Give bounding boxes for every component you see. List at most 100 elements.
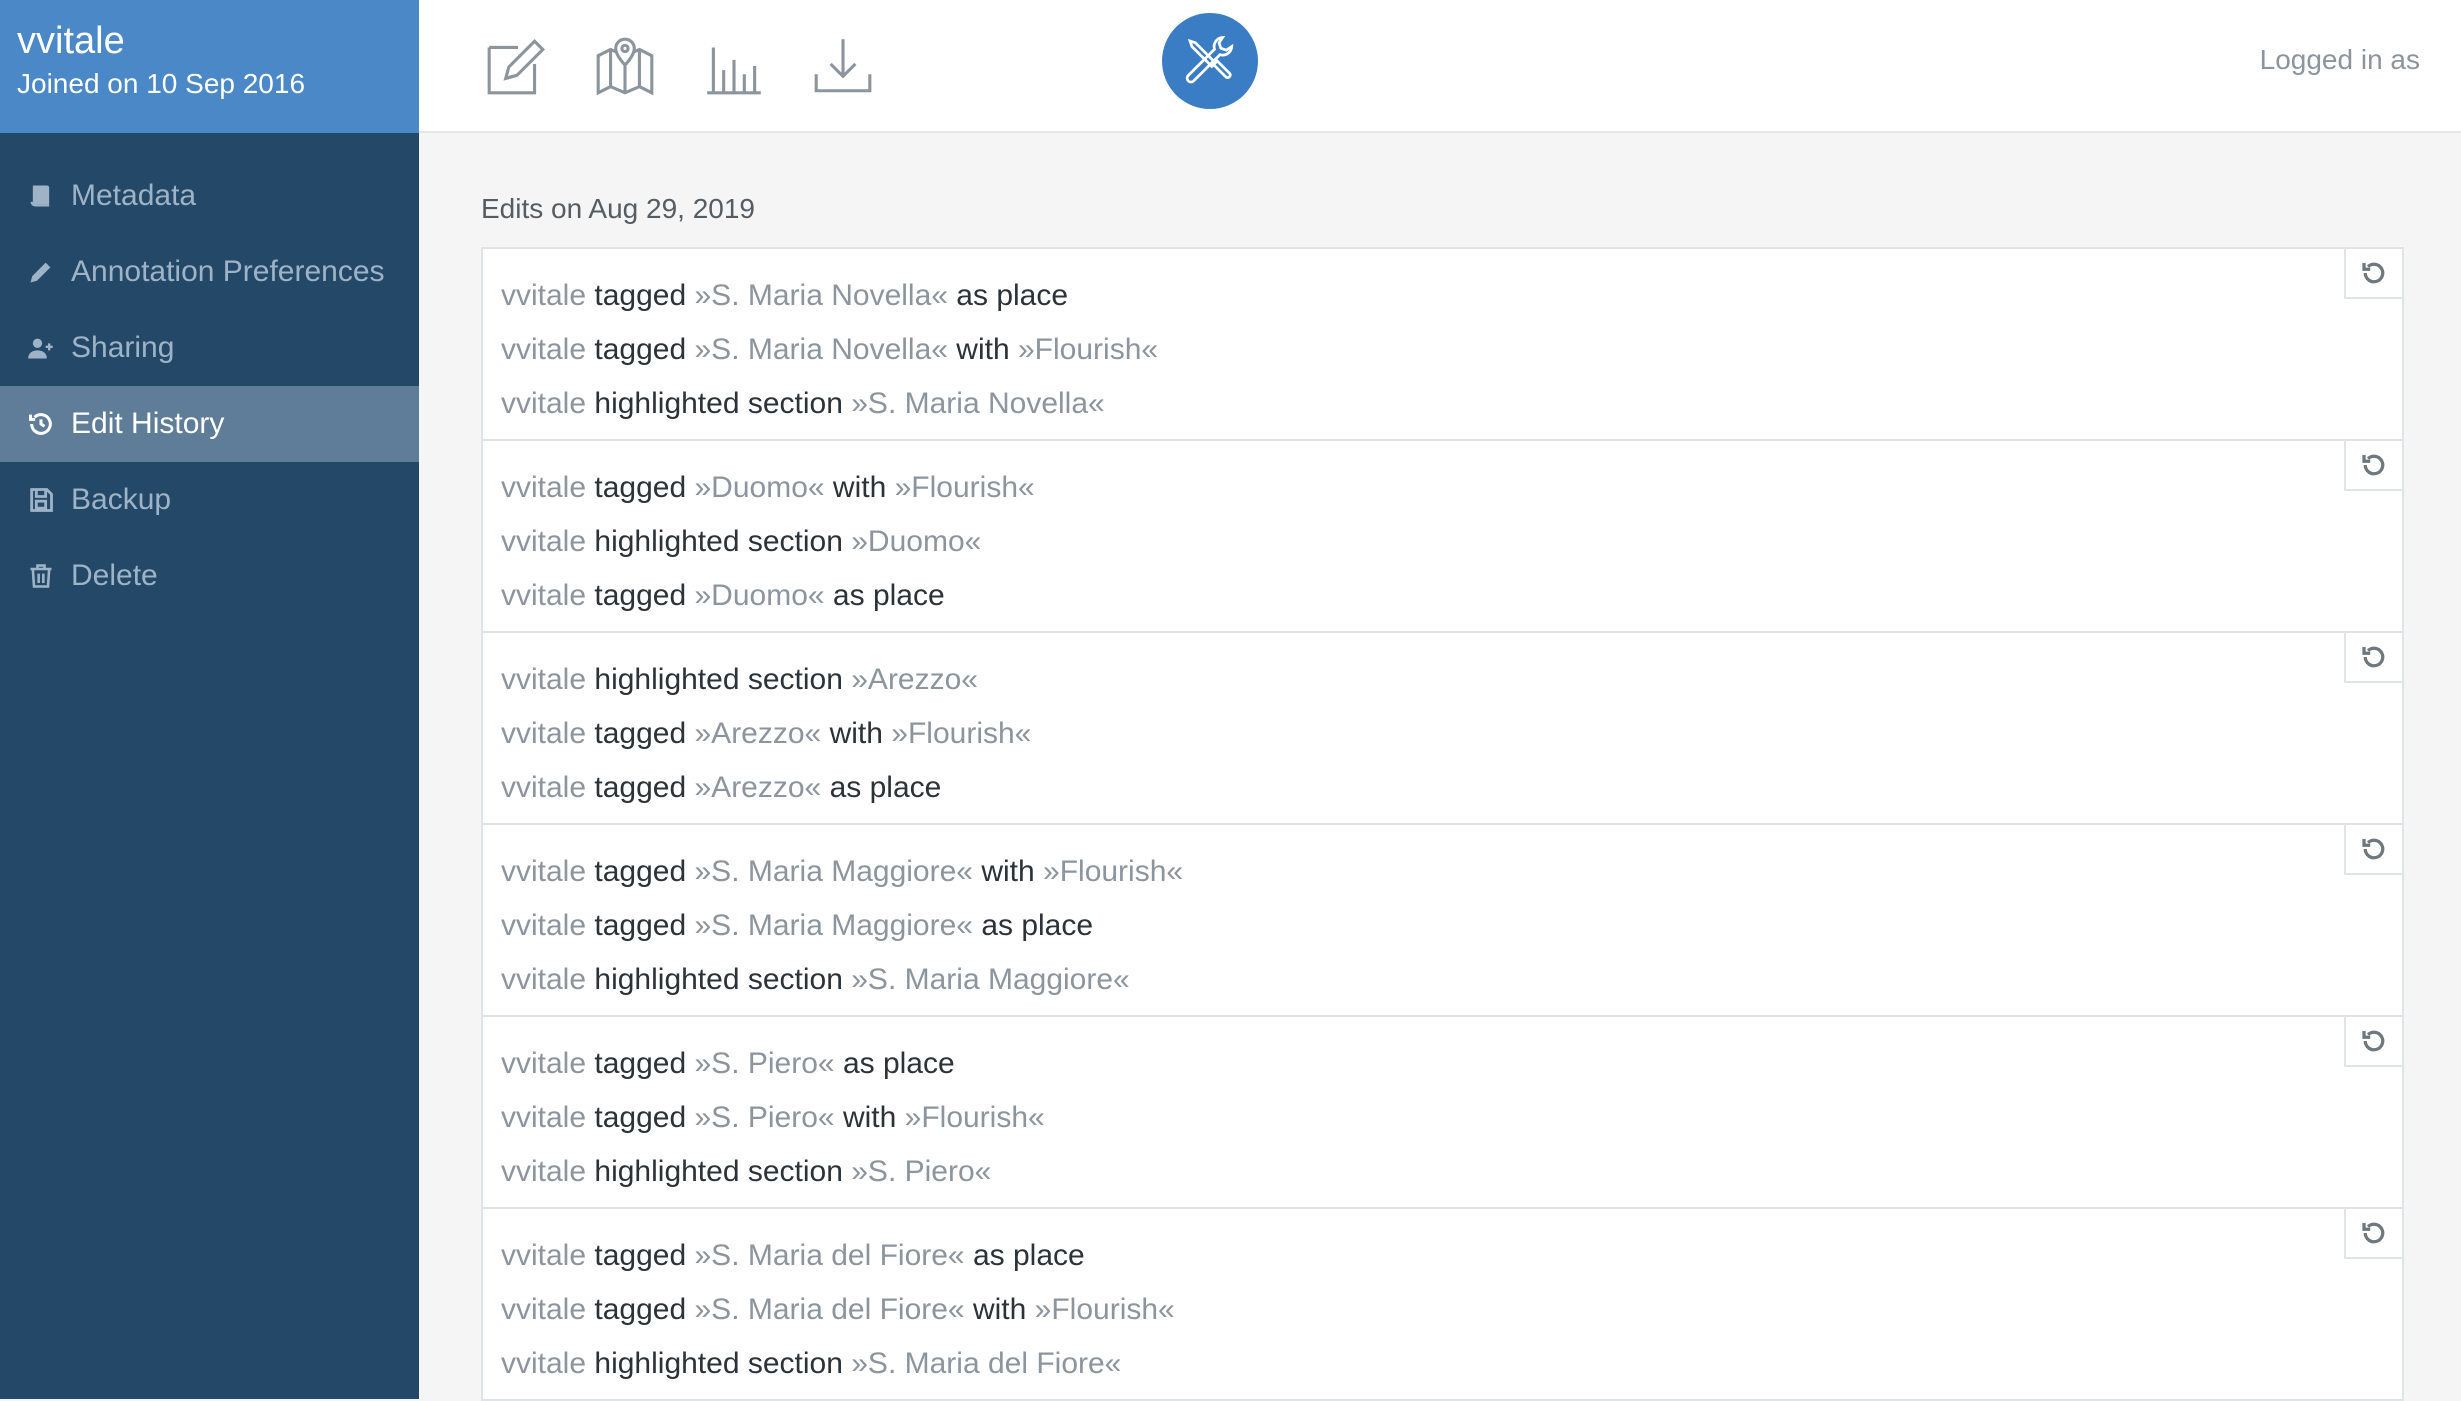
edit-target: »S. Maria del Fiore« (694, 1293, 965, 1326)
edit-with-target: »Flourish« (1034, 1293, 1175, 1326)
edit-entry: vvitale tagged »S. Maria Maggiore« as pl… (501, 899, 2402, 953)
edit-user: vvitale (501, 1347, 587, 1380)
edit-action: highlighted section (594, 663, 843, 696)
edit-target: »S. Maria Novella« (851, 387, 1105, 420)
edit-suffix: as place (832, 579, 945, 612)
logged-in-label: Logged in as (2259, 44, 2420, 75)
edit-entry: vvitale highlighted section »S. Maria No… (501, 377, 2402, 431)
edit-action: tagged (594, 1047, 687, 1080)
sidebar-item-label: Backup (71, 483, 172, 516)
sidebar: vvitale Joined on 10 Sep 2016 Metadata A… (0, 0, 419, 1399)
edit-entry: vvitale tagged »Duomo« as place (501, 569, 2402, 623)
edit-user: vvitale (501, 717, 587, 750)
edit-user: vvitale (501, 387, 587, 420)
edit-document-icon[interactable] (478, 28, 554, 104)
edit-user: vvitale (501, 909, 587, 942)
top-toolbar: Logged in as (419, 0, 2461, 133)
undo-button[interactable] (2344, 247, 2404, 299)
sidebar-item-label: Edit History (71, 407, 225, 440)
edit-action: tagged (594, 717, 687, 750)
edit-entry: vvitale highlighted section »Arezzo« (501, 653, 2402, 707)
edit-user: vvitale (501, 963, 587, 996)
undo-icon (2359, 258, 2389, 288)
undo-icon (2359, 642, 2389, 672)
edit-user: vvitale (501, 471, 587, 504)
edits-date-heading: Edits on Aug 29, 2019 (481, 193, 755, 224)
pencil-icon (27, 258, 55, 286)
edit-action: tagged (594, 1293, 687, 1326)
sidebar-menu: Metadata Annotation Preferences Sharing … (0, 158, 419, 614)
edit-entry: vvitale tagged »S. Piero« as place (501, 1037, 2402, 1091)
undo-icon (2359, 834, 2389, 864)
edit-group: vvitale tagged »S. Maria Maggiore« with … (481, 823, 2404, 1017)
book-icon (27, 182, 55, 210)
edit-action: highlighted section (594, 525, 843, 558)
edit-entry: vvitale tagged »Arezzo« with »Flourish« (501, 707, 2402, 761)
edit-target: »S. Maria del Fiore« (694, 1239, 965, 1272)
edit-entry: vvitale tagged »S. Maria Maggiore« with … (501, 845, 2402, 899)
edit-suffix: as place (829, 771, 942, 804)
undo-button[interactable] (2344, 439, 2404, 491)
edit-action: tagged (594, 909, 687, 942)
username: vvitale (17, 20, 125, 62)
edit-suffix: as place (956, 279, 1069, 312)
edit-action: tagged (594, 333, 687, 366)
sidebar-item-delete[interactable]: Delete (0, 538, 419, 614)
edit-action: tagged (594, 471, 687, 504)
edit-user: vvitale (501, 333, 587, 366)
edit-with-target: »Flourish« (891, 717, 1032, 750)
edit-entry: vvitale highlighted section »S. Piero« (501, 1145, 2402, 1199)
edit-entry: vvitale tagged »S. Maria del Fiore« with… (501, 1283, 2402, 1337)
edit-user: vvitale (501, 1047, 587, 1080)
sidebar-item-annotation-preferences[interactable]: Annotation Preferences (0, 234, 419, 310)
edit-target: »S. Piero« (694, 1047, 835, 1080)
user-profile-header: vvitale Joined on 10 Sep 2016 (0, 0, 419, 133)
edit-target: »Arezzo« (851, 663, 978, 696)
edit-action: highlighted section (594, 387, 843, 420)
edit-user: vvitale (501, 1101, 587, 1134)
edit-target: »Arezzo« (694, 717, 822, 750)
edit-action: tagged (594, 771, 687, 804)
edit-target: »Duomo« (694, 471, 825, 504)
edit-suffix: as place (981, 909, 1094, 942)
download-icon[interactable] (805, 28, 881, 104)
edit-target: »S. Piero« (851, 1155, 992, 1188)
edit-target: »S. Maria Maggiore« (694, 855, 973, 888)
tools-icon[interactable] (1162, 13, 1258, 109)
edit-target: »S. Maria Maggiore« (694, 909, 973, 942)
undo-button[interactable] (2344, 1015, 2404, 1067)
edit-target: »S. Piero« (694, 1101, 835, 1134)
edit-user: vvitale (501, 1155, 587, 1188)
trash-icon (27, 562, 55, 590)
edit-with-word: with (829, 717, 883, 750)
edit-entry: vvitale tagged »Arezzo« as place (501, 761, 2402, 815)
sidebar-item-sharing[interactable]: Sharing (0, 310, 419, 386)
edit-groups: vvitale tagged »S. Maria Novella« as pla… (481, 247, 2404, 1401)
edit-with-word: with (981, 855, 1035, 888)
edit-action: highlighted section (594, 963, 843, 996)
edit-user: vvitale (501, 1239, 587, 1272)
edit-entry: vvitale tagged »S. Maria del Fiore« as p… (501, 1229, 2402, 1283)
undo-button[interactable] (2344, 631, 2404, 683)
edit-target: »S. Maria Novella« (694, 333, 948, 366)
sidebar-item-label: Annotation Preferences (71, 255, 385, 288)
edit-user: vvitale (501, 1293, 587, 1326)
undo-icon (2359, 450, 2389, 480)
edit-action: tagged (594, 279, 687, 312)
sidebar-item-label: Delete (71, 559, 158, 592)
bar-chart-icon[interactable] (696, 28, 772, 104)
undo-button[interactable] (2344, 823, 2404, 875)
sidebar-item-edit-history[interactable]: Edit History (0, 386, 419, 462)
edit-user: vvitale (501, 855, 587, 888)
sidebar-item-metadata[interactable]: Metadata (0, 158, 419, 234)
sidebar-item-backup[interactable]: Backup (0, 462, 419, 538)
edit-with-word: with (842, 1101, 897, 1134)
undo-button[interactable] (2344, 1207, 2404, 1259)
edit-user: vvitale (501, 579, 587, 612)
history-icon (27, 410, 55, 438)
edit-target: »S. Maria Novella« (694, 279, 948, 312)
edit-action: highlighted section (594, 1155, 843, 1188)
edit-with-target: »Flourish« (1043, 855, 1184, 888)
map-icon[interactable] (587, 28, 663, 104)
edit-action: highlighted section (594, 1347, 843, 1380)
